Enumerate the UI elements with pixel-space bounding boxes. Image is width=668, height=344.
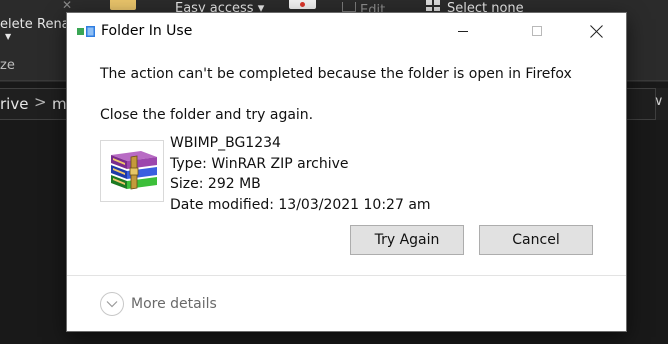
more-details-label[interactable]: More details <box>131 296 217 312</box>
properties-icon[interactable] <box>289 0 316 9</box>
ribbon-delete-label[interactable]: elete <box>0 17 33 32</box>
edit-icon[interactable] <box>342 2 356 12</box>
winrar-archive-icon <box>111 151 157 190</box>
ribbon-group-label: ze <box>0 58 15 73</box>
scissors-icon[interactable]: ✕ <box>62 0 76 11</box>
file-thumbnail <box>100 140 164 202</box>
dialog-instruction: Close the folder and try again. <box>100 107 314 123</box>
close-button[interactable] <box>573 13 619 49</box>
maximize-button <box>514 13 560 49</box>
close-icon <box>590 25 603 38</box>
more-details-toggle[interactable]: More details <box>100 292 217 316</box>
file-move-icon <box>77 24 95 38</box>
minimize-button[interactable] <box>440 13 486 49</box>
dialog-message: The action can't be completed because th… <box>100 66 572 82</box>
dialog-titlebar[interactable]: Folder In Use <box>67 13 626 49</box>
file-info: WBIMP_BG1234 Type: WinRAR ZIP archive Si… <box>170 133 431 215</box>
minimize-icon <box>458 30 468 32</box>
cancel-button[interactable]: Cancel <box>479 225 593 255</box>
select-none-icon[interactable] <box>426 0 440 11</box>
breadcrumb-separator-icon[interactable]: > <box>34 93 47 111</box>
chevron-down-icon[interactable]: ∨ <box>654 95 668 110</box>
address-segment[interactable]: m <box>52 95 67 113</box>
footer-divider <box>67 275 626 276</box>
try-again-button[interactable]: Try Again <box>350 225 464 255</box>
file-name: WBIMP_BG1234 <box>170 135 281 151</box>
folder-in-use-dialog: Folder In Use The action can't be comple… <box>67 13 626 331</box>
dialog-title: Folder In Use <box>101 23 193 39</box>
folder-icon[interactable] <box>110 0 136 10</box>
file-type: Type: WinRAR ZIP archive <box>170 155 349 172</box>
address-segment[interactable]: rive <box>0 95 28 113</box>
file-size: Size: 292 MB <box>170 176 261 192</box>
ribbon-rename-label[interactable]: Rena <box>37 17 70 32</box>
chevron-down-icon[interactable]: ▼ <box>5 32 11 41</box>
file-date-modified: Date modified: 13/03/2021 10:27 am <box>170 196 431 213</box>
maximize-icon <box>532 26 542 36</box>
expand-chevron-icon[interactable] <box>100 292 124 316</box>
